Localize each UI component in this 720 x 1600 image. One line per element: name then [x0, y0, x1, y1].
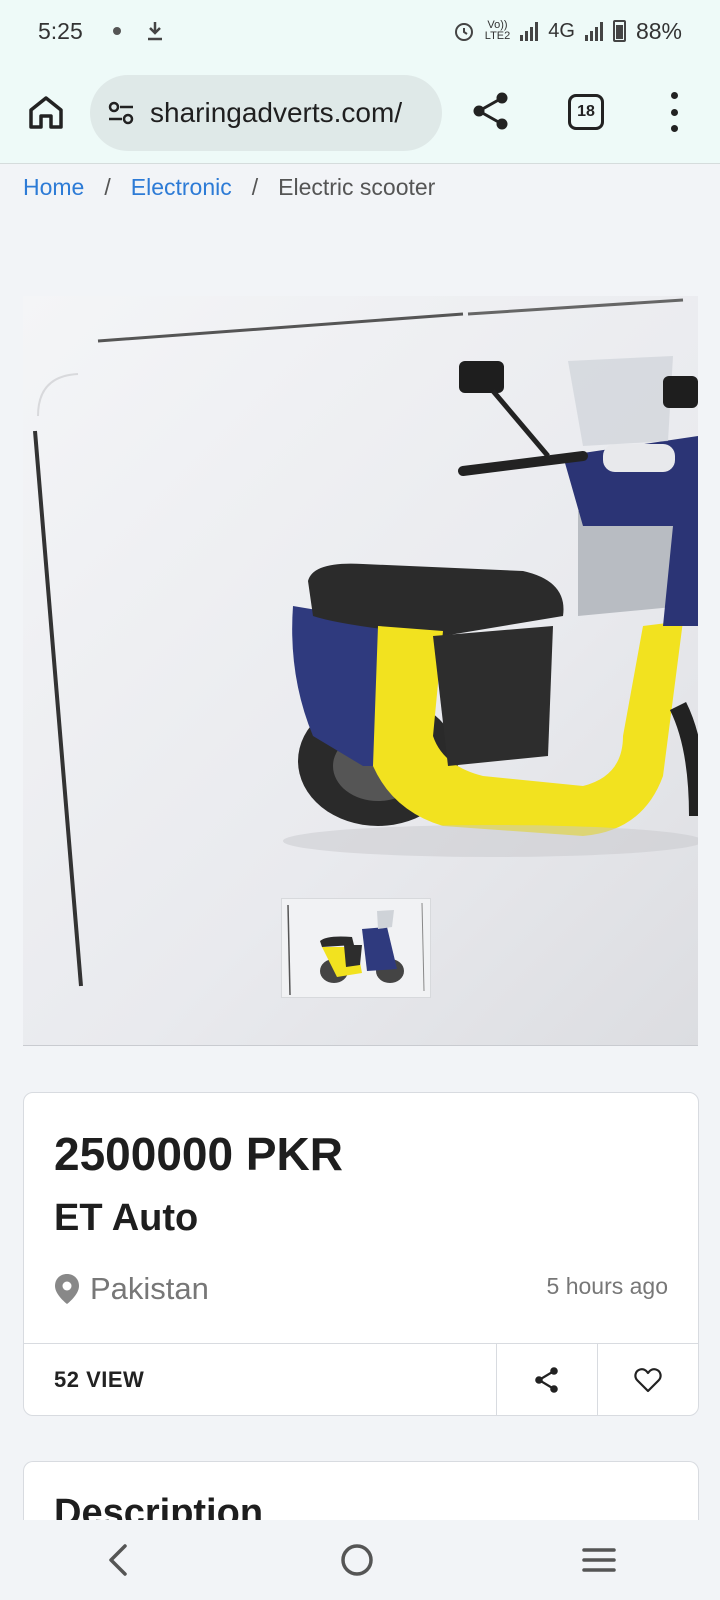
- share-icon[interactable]: [470, 90, 512, 132]
- view-count: 52 VIEW: [54, 1366, 145, 1392]
- listing-title: ET Auto: [54, 1197, 199, 1239]
- listing-actions: 52 VIEW: [24, 1343, 698, 1415]
- system-navigation-bar: [0, 1520, 720, 1600]
- share-button[interactable]: [496, 1344, 597, 1415]
- back-icon[interactable]: [103, 1543, 133, 1577]
- breadcrumb-separator: /: [104, 174, 111, 200]
- breadcrumb: Home / Electronic / Electric scooter: [23, 174, 435, 201]
- browser-toolbar: sharingadverts.com/ 18: [0, 62, 720, 164]
- heart-icon[interactable]: [634, 1367, 662, 1393]
- download-icon: [147, 22, 162, 41]
- location-text: Pakistan: [90, 1271, 209, 1306]
- listing-location: Pakistan: [54, 1271, 209, 1307]
- url-text[interactable]: sharingadverts.com/: [150, 97, 402, 129]
- gallery-thumbnail[interactable]: [281, 898, 431, 998]
- circle-home-icon[interactable]: [339, 1542, 375, 1578]
- share-icon[interactable]: [533, 1366, 561, 1394]
- notification-dot-icon: [112, 27, 121, 35]
- location-pin-icon: [55, 1274, 79, 1304]
- url-bar[interactable]: sharingadverts.com/: [90, 75, 442, 151]
- posted-time: 5 hours ago: [546, 1273, 668, 1299]
- battery-icon: [612, 20, 626, 42]
- breadcrumb-current: Electric scooter: [278, 174, 436, 200]
- alarm-icon: [454, 23, 473, 41]
- home-icon[interactable]: [24, 90, 68, 134]
- tab-switcher-button[interactable]: 18: [568, 94, 604, 130]
- recents-icon[interactable]: [581, 1545, 617, 1575]
- listing-card: 2500000 PKR ET Auto Pakistan 5 hours ago…: [23, 1092, 699, 1416]
- battery-level: 88%: [635, 17, 682, 44]
- thumbnail-image[interactable]: [282, 899, 430, 997]
- listing-price: 2500000 PKR: [54, 1128, 343, 1180]
- volte-indicator: Vo)) LTE2: [485, 20, 510, 42]
- product-image-gallery[interactable]: [23, 296, 698, 1046]
- more-vert-icon[interactable]: [664, 92, 684, 132]
- signal-icon-2: [584, 21, 603, 41]
- signal-icon: [520, 21, 539, 41]
- site-settings-icon[interactable]: [106, 98, 136, 128]
- lte-label: LTE2: [484, 30, 511, 42]
- breadcrumb-category[interactable]: Electronic: [131, 174, 232, 201]
- breadcrumb-separator: /: [251, 174, 259, 200]
- favorite-button[interactable]: [597, 1344, 698, 1415]
- network-type: 4G: [548, 19, 575, 42]
- breadcrumb-home[interactable]: Home: [23, 174, 84, 201]
- status-bar: 5:25 Vo)) LTE2 4G 88%: [0, 0, 720, 62]
- status-time: 5:25: [38, 17, 83, 44]
